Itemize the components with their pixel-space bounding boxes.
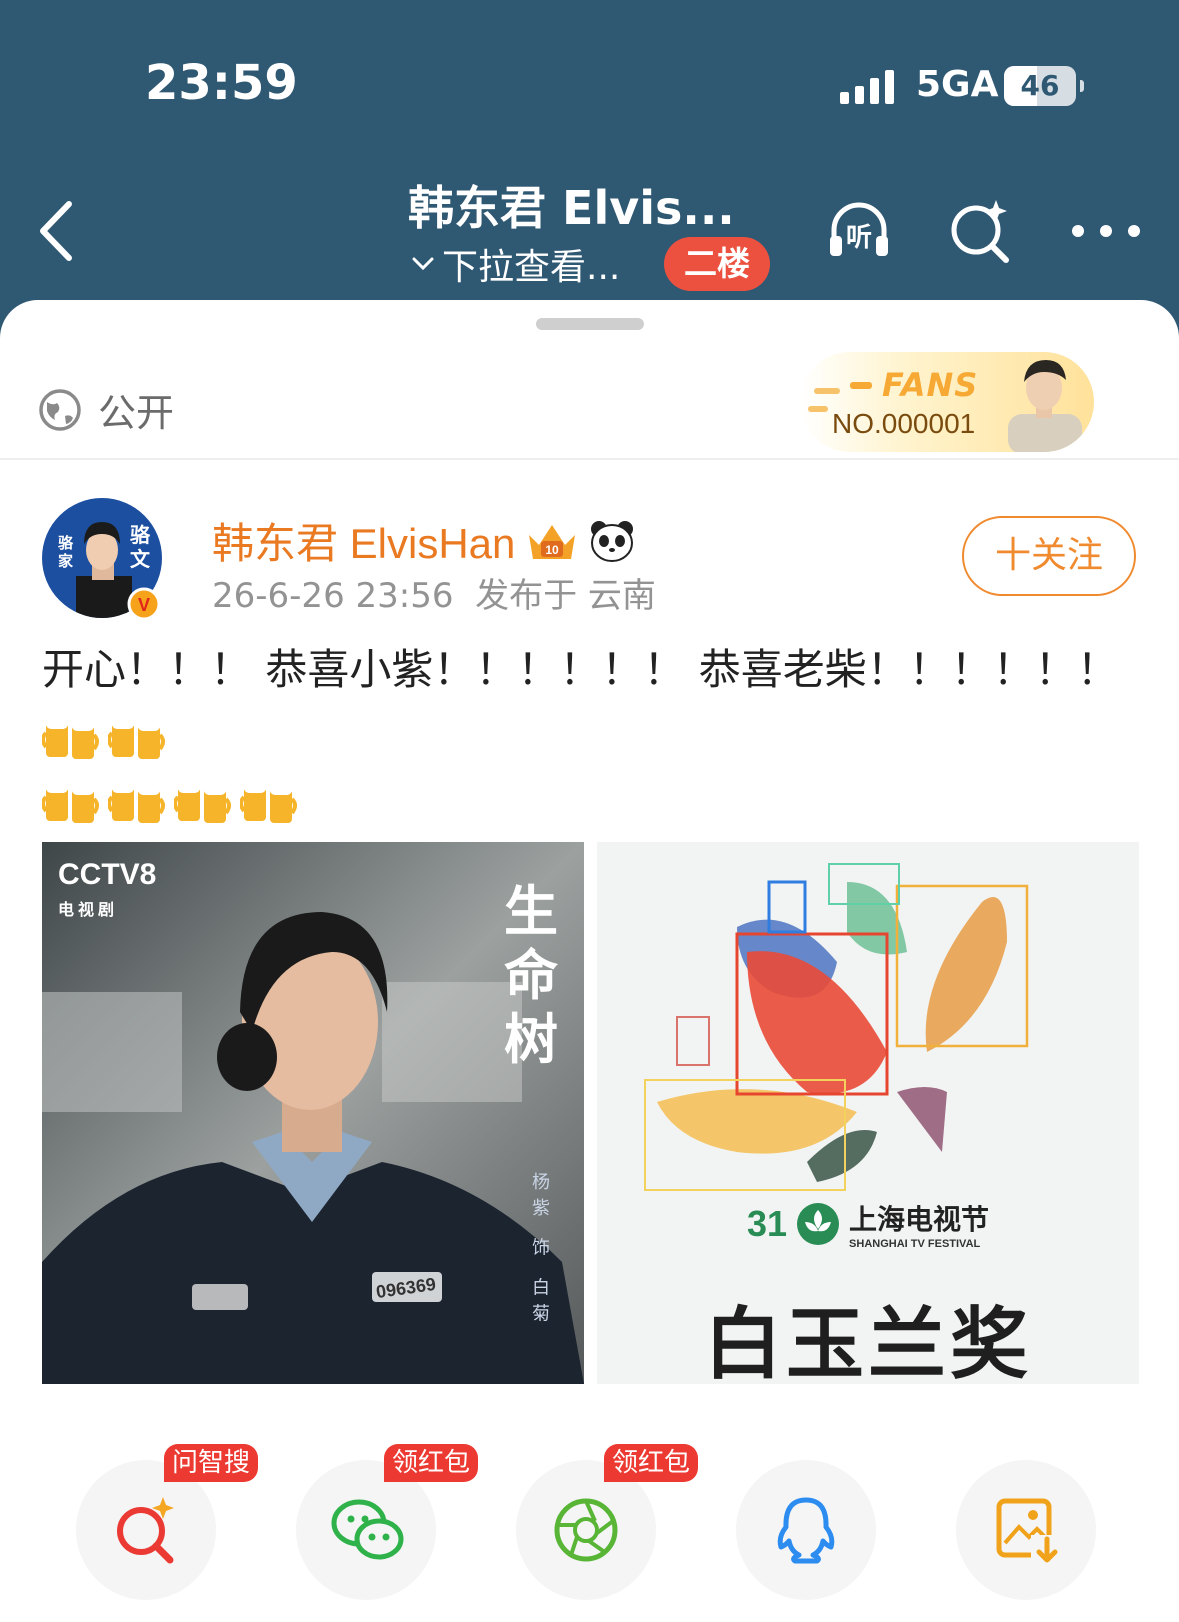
share-tag: 领红包	[384, 1444, 479, 1482]
share-tag: 问智搜	[164, 1444, 259, 1482]
beer-emoji-icon	[41, 773, 100, 829]
channel-sub: 电视剧	[58, 902, 119, 919]
share-wechat[interactable]: 领红包	[296, 1444, 479, 1600]
beer-emoji-icon	[41, 709, 100, 765]
qq-penguin-icon	[777, 1497, 835, 1564]
visibility-indicator: 公开	[38, 382, 174, 437]
svg-text:V: V	[138, 595, 150, 615]
beer-emoji-icon	[173, 773, 232, 829]
post-image-1[interactable]: CCTV8 电视剧 生命树 杨紫 饰 白菊 096369	[42, 842, 584, 1384]
vip-crown-icon: 10	[529, 524, 576, 559]
post-sheet: 公开 FANS NO.000001 骆 家 骆 文 V 韩东君 ElvisHan…	[0, 300, 1179, 1622]
share-qq[interactable]	[736, 1460, 876, 1600]
chevron-down-icon	[412, 257, 434, 271]
svg-text:听: 听	[846, 223, 872, 253]
festival-english: SHANGHAI TV FESTIVAL	[849, 1238, 981, 1250]
post-image-2[interactable]: 31 上海电视节 SHANGHAI TV FESTIVAL 白玉兰奖	[597, 842, 1139, 1384]
festival-number: 31	[747, 1203, 788, 1244]
fans-badge[interactable]: FANS NO.000001	[800, 352, 1094, 452]
magnolia-logo-icon	[797, 1203, 840, 1245]
signal-icon	[840, 70, 894, 104]
svg-text:文: 文	[130, 547, 151, 571]
post-timestamp: 26-6-26 23:56	[212, 576, 454, 616]
svg-text:10: 10	[546, 543, 560, 557]
festival-logo: 31 上海电视节 SHANGHAI TV FESTIVAL	[747, 1198, 989, 1250]
beer-emoji-icon	[107, 773, 166, 829]
svg-text:骆: 骆	[58, 534, 74, 552]
svg-text:骆: 骆	[130, 523, 151, 547]
fans-number: NO.000001	[832, 408, 976, 439]
ai-search-icon[interactable]	[946, 196, 1016, 266]
share-moments[interactable]: 领红包	[516, 1444, 699, 1600]
share-save-image[interactable]	[956, 1460, 1096, 1600]
network-type: 5GA	[916, 64, 999, 105]
panda-icon	[591, 520, 634, 562]
award-title: 白玉兰奖	[703, 1300, 1032, 1384]
listen-icon[interactable]: 听	[824, 196, 894, 266]
post-location: 发布于 云南	[475, 576, 656, 616]
globe-icon	[39, 388, 81, 431]
author-name-row[interactable]: 韩东君 ElvisHan 10	[212, 510, 635, 571]
battery-level: 46	[1020, 69, 1060, 102]
pull-down-hint[interactable]: 下拉查看...	[412, 238, 620, 290]
follow-button[interactable]: 十关注	[962, 516, 1136, 596]
back-icon[interactable]	[35, 198, 77, 264]
post-meta: 26-6-26 23:56 发布于 云南	[212, 568, 656, 617]
role-caption: 杨紫 饰 白菊	[529, 1172, 550, 1330]
floor-badge[interactable]: 二楼	[664, 237, 770, 291]
divider	[0, 458, 1179, 460]
fans-avatar-portrait	[1008, 360, 1082, 452]
share-tag: 领红包	[604, 1444, 699, 1482]
more-icon[interactable]	[1066, 196, 1146, 266]
cctv-logo: CCTV8 电视剧	[58, 858, 156, 920]
search-sparkle-icon	[117, 1497, 174, 1564]
wechat-icon	[331, 1499, 404, 1560]
post-text: 开心！！！ 恭喜小紫！！！！！！ 恭喜老柴！！！！！！	[42, 645, 1119, 694]
festival-name: 上海电视节	[849, 1203, 990, 1236]
fans-title: FANS	[882, 366, 979, 404]
beer-emoji-icon	[239, 773, 298, 829]
top-bar: 23:59 5GA 46 韩东君 Elvis... 下拉查看... 二楼 听	[0, 0, 1179, 340]
save-image-icon	[996, 1498, 1061, 1565]
post-content: 开心！！！ 恭喜小紫！！！！！！ 恭喜老柴！！！！！！	[41, 638, 1142, 830]
battery-icon: 46	[1004, 66, 1084, 106]
page-title[interactable]: 韩东君 Elvis...	[408, 172, 735, 238]
svg-text:家: 家	[58, 552, 73, 570]
author-avatar[interactable]: 骆 家 骆 文 V	[40, 492, 168, 620]
author-name: 韩东君 ElvisHan	[212, 520, 516, 567]
drag-handle[interactable]	[536, 318, 644, 330]
beer-emoji-icon	[107, 709, 166, 765]
share-ai-search[interactable]: 问智搜	[76, 1444, 259, 1600]
drama-title: 生命树	[504, 880, 558, 1071]
visibility-label: 公开	[98, 391, 175, 435]
moments-shutter-icon	[554, 1498, 618, 1562]
channel-name: CCTV8	[58, 858, 157, 891]
status-time: 23:59	[145, 55, 298, 111]
subtitle-text: 下拉查看...	[442, 247, 621, 288]
